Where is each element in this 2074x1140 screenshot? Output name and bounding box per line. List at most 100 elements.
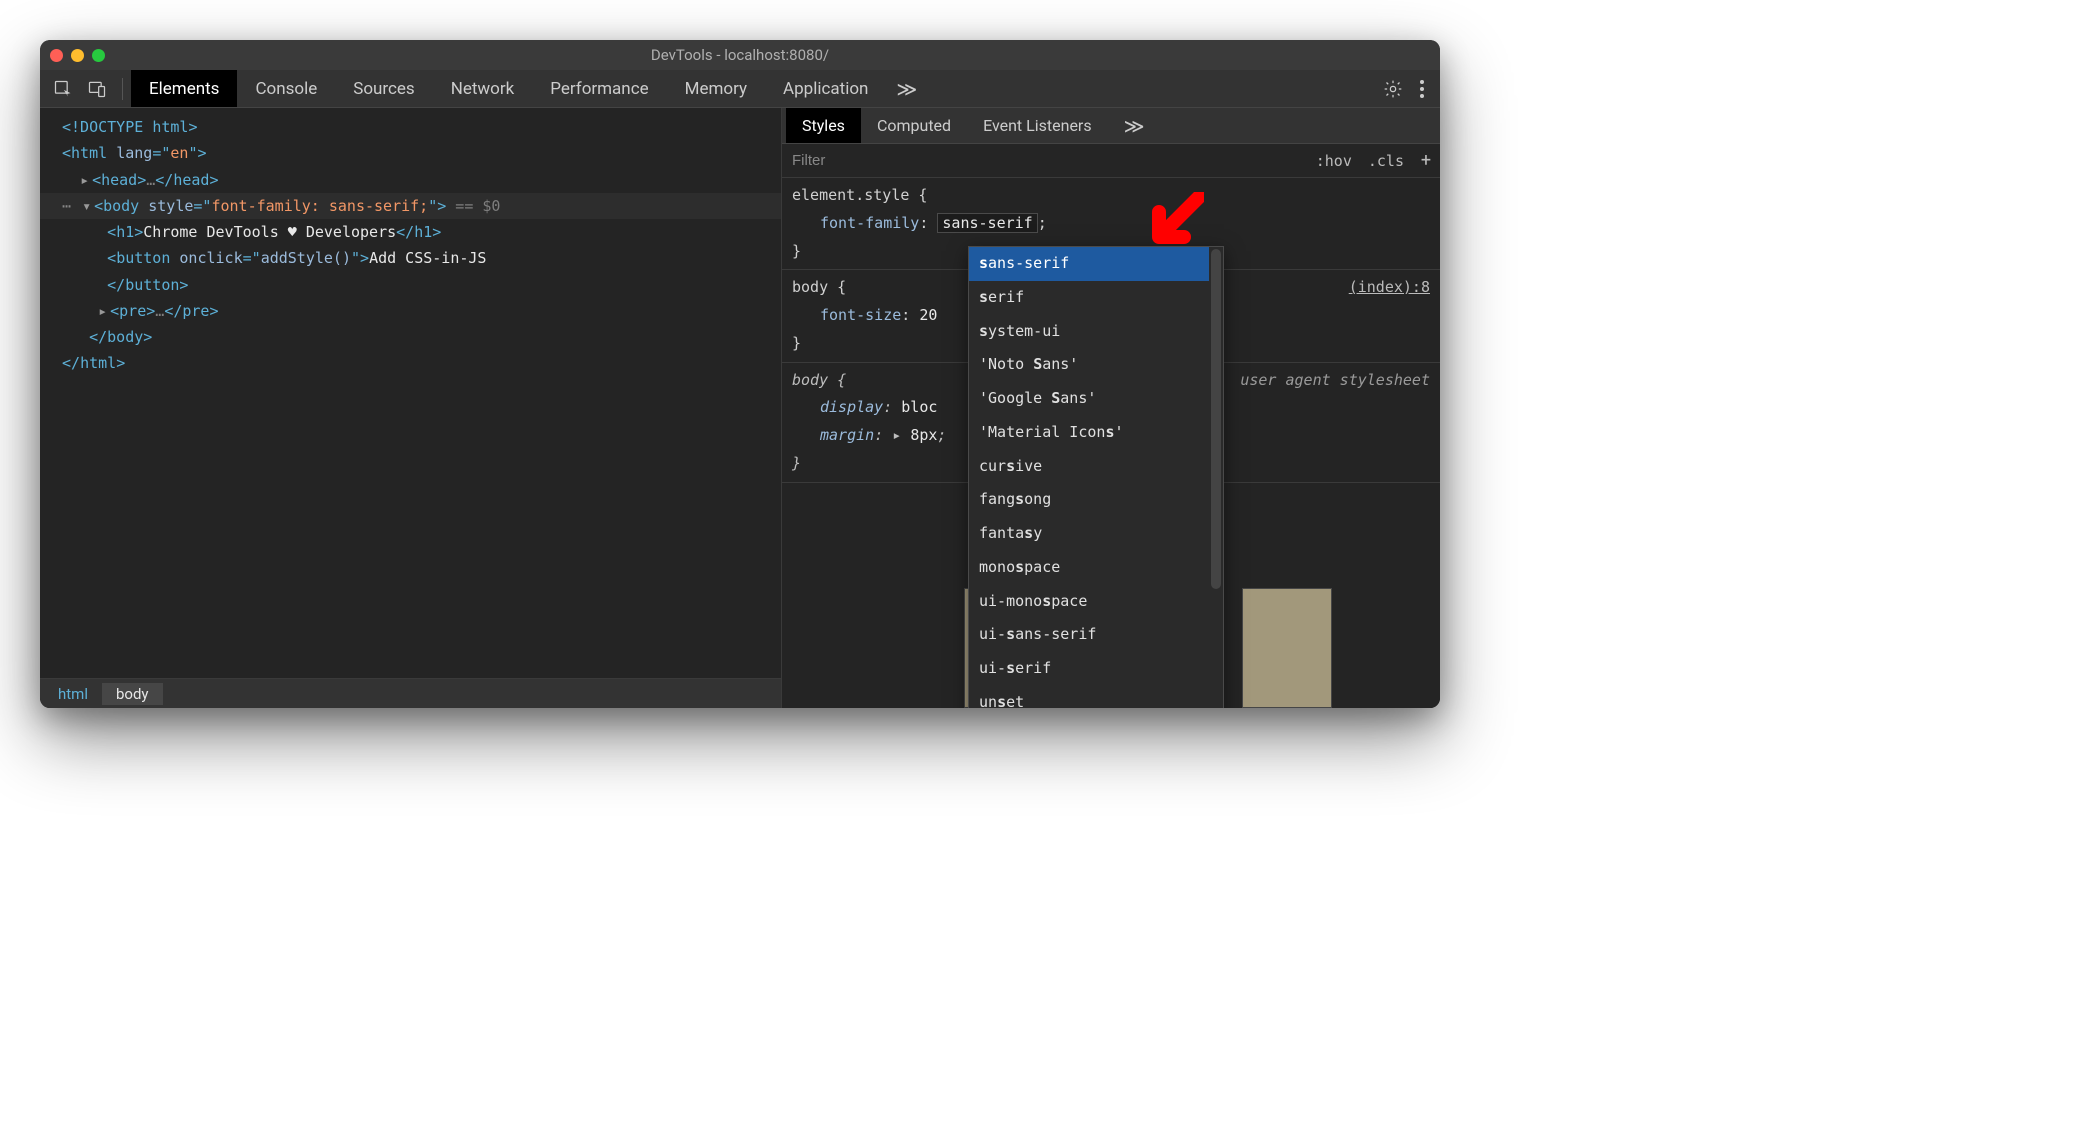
titlebar: DevTools - localhost:8080/ — [40, 40, 1440, 70]
tab-performance[interactable]: Performance — [532, 70, 666, 107]
rule1-selector: body { — [792, 278, 846, 296]
styles-rules-pane: element.style { font-family: sans-serif;… — [782, 178, 1440, 708]
minimize-window-button[interactable] — [71, 49, 84, 62]
dom-h1-close: h1 — [414, 223, 432, 241]
maximize-window-button[interactable] — [92, 49, 105, 62]
rule2-p1-val: bloc — [901, 398, 937, 416]
dom-h1-open[interactable]: h1 — [116, 223, 134, 241]
dom-html-tag[interactable]: html — [71, 144, 107, 162]
dom-body-open[interactable]: body — [103, 197, 139, 215]
dom-doctype-close: > — [188, 118, 197, 136]
autocomplete-item[interactable]: 'Material Icons' — [969, 416, 1209, 450]
dom-head-close: head — [173, 171, 209, 189]
window-controls — [50, 49, 105, 62]
rule2-ua-label: user agent stylesheet — [1240, 367, 1430, 395]
tab-memory[interactable]: Memory — [667, 70, 765, 107]
rule1-prop-val[interactable]: 20 — [919, 306, 937, 324]
autocomplete-item[interactable]: system-ui — [969, 315, 1209, 349]
expand-pre-icon[interactable] — [98, 298, 110, 324]
autocomplete-item[interactable]: fantasy — [969, 517, 1209, 551]
subtab-computed[interactable]: Computed — [861, 108, 967, 143]
rule2-p2-name: margin — [820, 426, 874, 444]
autocomplete-item[interactable]: sans-serif — [969, 247, 1209, 281]
kebab-menu-icon[interactable] — [1410, 80, 1434, 98]
inspect-element-icon[interactable] — [46, 72, 80, 106]
tab-console[interactable]: Console — [237, 70, 335, 107]
styles-filter-input[interactable] — [792, 152, 1308, 169]
autocomplete-item[interactable]: unset — [969, 686, 1209, 708]
expand-head-icon[interactable] — [80, 167, 92, 193]
rule0-selector: element.style { — [792, 186, 927, 204]
autocomplete-item[interactable]: cursive — [969, 450, 1209, 484]
autocomplete-list: sans-serifserifsystem-ui'Noto Sans''Goog… — [969, 247, 1209, 708]
dom-ellipsis-dots: ⋯ — [62, 197, 73, 215]
sidebar-tabs-overflow[interactable]: ≫ — [1108, 108, 1161, 143]
autocomplete-scroll-thumb[interactable] — [1211, 249, 1221, 589]
rule0-prop-value-editor[interactable]: sans-serif — [937, 213, 1037, 233]
dom-head-open[interactable]: head — [101, 171, 137, 189]
hov-toggle[interactable]: :hov — [1308, 152, 1360, 170]
rule2-selector: body { — [792, 371, 846, 389]
dom-html-lang: en — [170, 144, 188, 162]
rule0-prop-name[interactable]: font-family — [820, 214, 919, 232]
heart-icon: ♥ — [288, 223, 297, 241]
main-tabs-overflow[interactable]: ≫ — [886, 70, 927, 107]
main-toolbar: ElementsConsoleSourcesNetworkPerformance… — [40, 70, 1440, 108]
styles-filter-row: :hov .cls + — [782, 144, 1440, 178]
dom-selected-suffix: == $0 — [446, 197, 500, 215]
dom-html-close: html — [80, 354, 116, 372]
tab-sources[interactable]: Sources — [335, 70, 432, 107]
dom-h1-text-pre: Chrome DevTools — [143, 223, 288, 241]
dom-pre-close: pre — [182, 302, 209, 320]
tab-application[interactable]: Application — [765, 70, 886, 107]
box-model-margin-right — [1242, 588, 1332, 708]
subtab-styles[interactable]: Styles — [786, 108, 861, 143]
rule1-prop-name[interactable]: font-size — [820, 306, 901, 324]
device-toolbar-icon[interactable] — [80, 72, 114, 106]
crumb-html[interactable]: html — [44, 683, 102, 705]
dom-doctype-open: <!DOCTYPE — [62, 118, 152, 136]
autocomplete-item[interactable]: ui-sans-serif — [969, 618, 1209, 652]
autocomplete-item[interactable]: serif — [969, 281, 1209, 315]
tab-network[interactable]: Network — [433, 70, 533, 107]
dom-button-onclick: addStyle() — [261, 249, 351, 267]
new-style-rule-button[interactable]: + — [1412, 150, 1440, 171]
dom-doctype: html — [152, 118, 188, 136]
dom-button-open[interactable]: button — [116, 249, 170, 267]
autocomplete-item[interactable]: ui-serif — [969, 652, 1209, 686]
autocomplete-item[interactable]: monospace — [969, 551, 1209, 585]
panel-split: <!DOCTYPE html> <html lang="en"> <head>…… — [40, 108, 1440, 708]
dom-pre-open[interactable]: pre — [119, 302, 146, 320]
rule1-source-link[interactable]: (index):8 — [1349, 274, 1430, 302]
autocomplete-item[interactable]: 'Noto Sans' — [969, 348, 1209, 382]
window-title: DevTools - localhost:8080/ — [651, 46, 829, 64]
subtab-event-listeners[interactable]: Event Listeners — [967, 108, 1108, 143]
elements-panel: <!DOCTYPE html> <html lang="en"> <head>…… — [40, 108, 782, 708]
gear-icon[interactable] — [1376, 72, 1410, 106]
expand-body-icon[interactable] — [82, 193, 94, 219]
dom-body-style-val: font-family: sans-serif; — [211, 197, 428, 215]
autocomplete-item[interactable]: 'Google Sans' — [969, 382, 1209, 416]
crumb-body[interactable]: body — [102, 683, 163, 705]
close-window-button[interactable] — [50, 49, 63, 62]
dom-body-close: body — [107, 328, 143, 346]
dom-button-text: Add CSS-in-JS — [369, 249, 486, 267]
devtools-window: DevTools - localhost:8080/ ElementsConso… — [40, 40, 1440, 708]
autocomplete-item[interactable]: ui-monospace — [969, 585, 1209, 619]
tab-elements[interactable]: Elements — [131, 70, 237, 107]
dom-tree[interactable]: <!DOCTYPE html> <html lang="en"> <head>…… — [40, 108, 781, 678]
cls-toggle[interactable]: .cls — [1360, 152, 1412, 170]
dom-head-ellipsis: … — [146, 171, 155, 189]
dom-button-attr: onclick — [179, 249, 242, 267]
styles-panel-container: StylesComputedEvent Listeners ≫ :hov .cl… — [782, 108, 1440, 708]
dom-html-attr: lang — [116, 144, 152, 162]
dom-selected-row[interactable]: ⋯ <body style="font-family: sans-serif;"… — [40, 193, 781, 219]
toolbar-separator — [122, 78, 123, 100]
autocomplete-popup: sans-serifserifsystem-ui'Noto Sans''Goog… — [968, 246, 1224, 708]
rule2-p1-name: display — [820, 398, 883, 416]
autocomplete-scrollbar[interactable] — [1209, 247, 1223, 708]
dom-breadcrumb: htmlbody — [40, 678, 781, 708]
rule2-p2-val: 8px — [910, 426, 937, 444]
dom-h1-text-post: Developers — [297, 223, 396, 241]
autocomplete-item[interactable]: fangsong — [969, 483, 1209, 517]
